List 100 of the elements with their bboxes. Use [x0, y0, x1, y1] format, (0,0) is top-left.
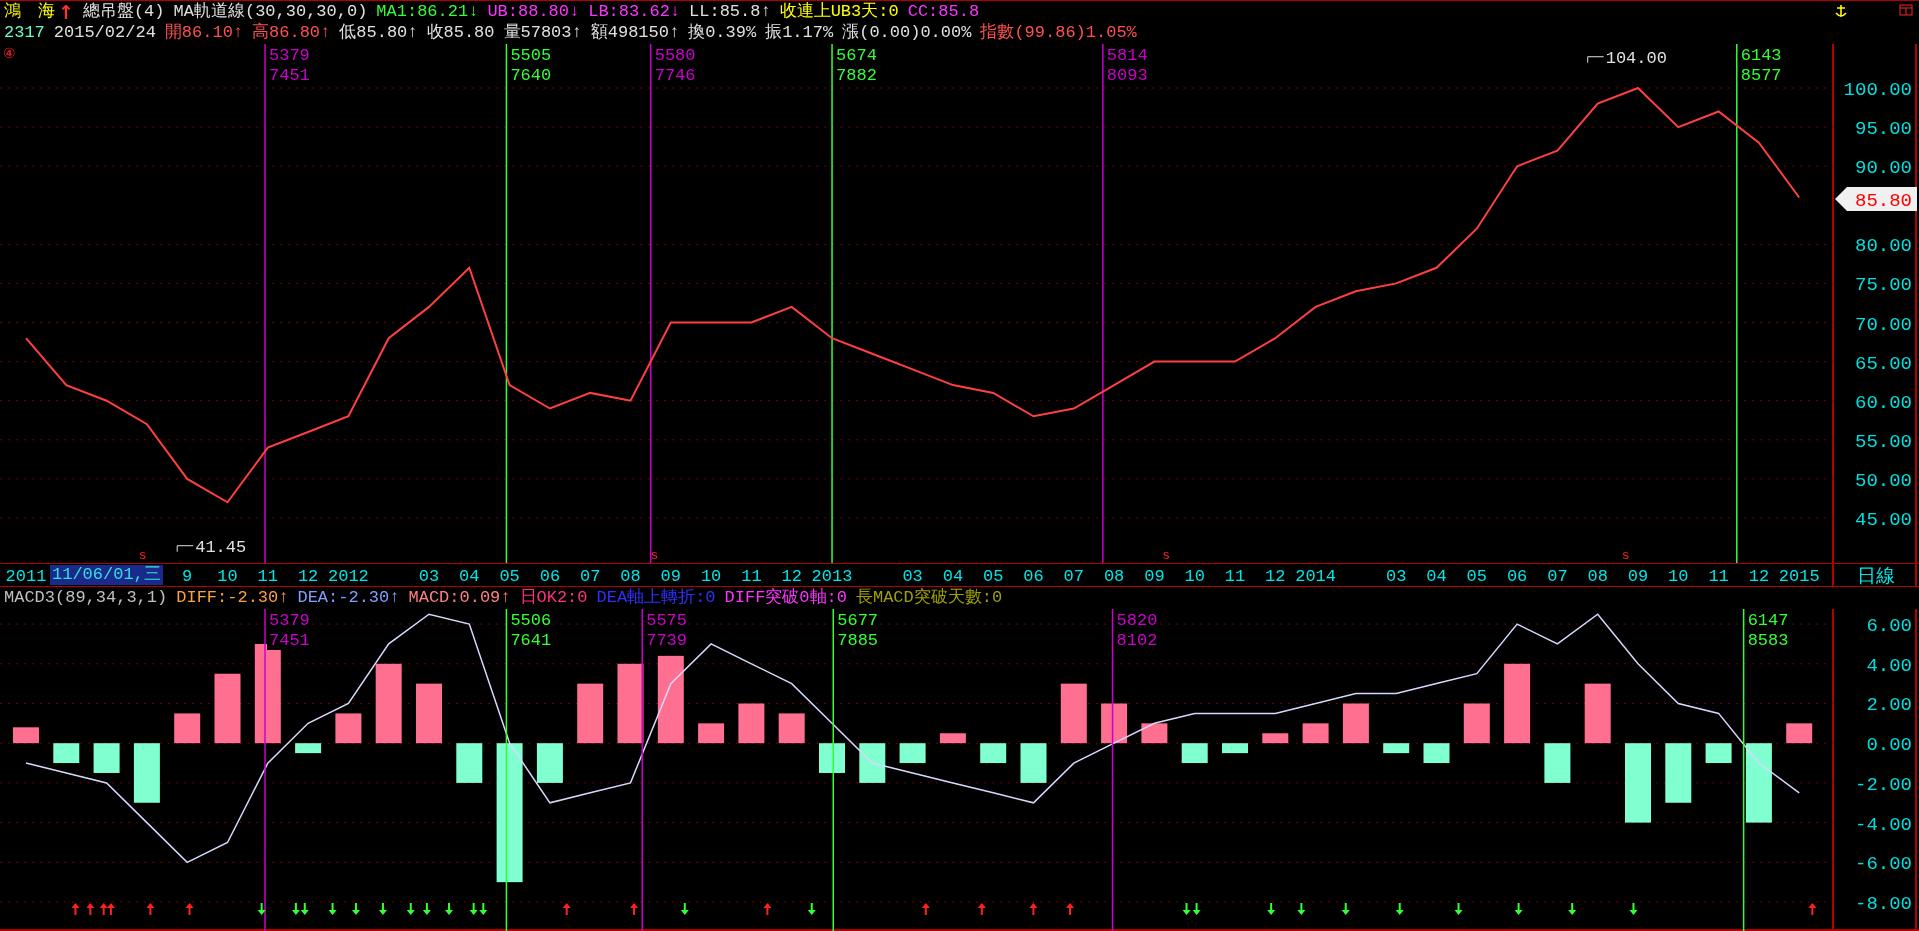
histogram-bar: [536, 743, 563, 783]
marker-label: 5506: [510, 611, 552, 630]
date-axis-label: 2013: [811, 567, 853, 586]
axis-label: -6.00: [1855, 853, 1912, 876]
price-label: 104.00: [1605, 48, 1667, 68]
price-label: 41.45: [195, 537, 247, 557]
indicator-text: 額498150↑: [590, 22, 680, 44]
indicator-text: 2317: [4, 22, 45, 44]
dividend-mark: s: [1621, 548, 1630, 563]
axis-label: -2.00: [1855, 773, 1912, 796]
histogram-bar: [416, 683, 442, 744]
anchor-icon[interactable]: [1835, 4, 1847, 18]
period-label: 日線: [1857, 566, 1895, 587]
indicator-text: LB:83.62↓: [588, 0, 681, 23]
down-arrow-icon: [1568, 903, 1577, 915]
date-axis-label: 06: [1506, 567, 1528, 586]
axis-label: -4.00: [1855, 813, 1912, 836]
down-arrow-icon: [1629, 903, 1638, 915]
histogram-bar: [1584, 683, 1611, 744]
date-axis-label: 04: [459, 567, 480, 586]
axis-label: 50.00: [1855, 469, 1912, 492]
histogram-bar: [214, 673, 241, 744]
histogram-bar: [1423, 743, 1450, 764]
date-axis-label: 05: [983, 567, 1004, 586]
down-arrow-icon: [378, 903, 387, 915]
down-arrow-icon: [479, 903, 488, 915]
histogram-bar: [698, 723, 725, 744]
indicator-text: 開86.10↑: [164, 22, 244, 44]
marker-label: 8583: [1747, 631, 1789, 650]
up-arrow-icon: [185, 903, 194, 915]
histogram-bar: [93, 743, 120, 773]
marker-label: 7885: [837, 631, 879, 650]
indicator-text: 指數(99.86)1.05%: [980, 22, 1137, 44]
histogram-bar: [939, 733, 966, 744]
histogram-bar: [980, 743, 1007, 764]
up-arrow-icon: [146, 903, 155, 915]
date-axis-label: 11: [257, 567, 278, 586]
up-arrow-icon: [921, 903, 930, 915]
date-axis-label: 12: [1265, 567, 1286, 586]
down-arrow-icon: [422, 903, 431, 915]
date-axis-label: 05: [1466, 567, 1487, 586]
marker-label: 5379: [269, 46, 310, 65]
date-axis-label: 07: [1063, 567, 1084, 586]
date-axis-label: 2011: [5, 567, 47, 586]
indicator-text: 換0.39%: [688, 22, 757, 44]
histogram-bar: [1222, 743, 1248, 754]
marker-label: 5674: [836, 46, 877, 65]
date-axis-label: 10: [217, 567, 238, 586]
down-arrow-icon: [406, 903, 415, 915]
axis-label: 80.00: [1855, 235, 1912, 258]
indicator-text: CC:85.8: [907, 0, 980, 23]
histogram-bar: [738, 703, 765, 744]
histogram-bar: [1101, 703, 1128, 744]
up-arrow-icon: [106, 903, 115, 915]
date-axis-label: 04: [1426, 567, 1447, 586]
date-axis-label: 09: [1144, 567, 1165, 586]
indicator-text: 收85.80: [426, 22, 495, 44]
axis-label: 100.00: [1843, 79, 1912, 101]
axis-label: 2.00: [1866, 694, 1912, 717]
indicator-text: DEA軸上轉折:0: [596, 587, 716, 609]
indicator-text: DIFF突破0軸:0: [724, 587, 847, 609]
up-arrow-icon: [99, 903, 108, 915]
axis-label: 75.00: [1855, 274, 1912, 297]
histogram-bar: [174, 713, 201, 744]
marker-label: 8577: [1740, 66, 1782, 85]
down-arrow-icon: [300, 903, 309, 915]
date-axis-label: 10: [1184, 567, 1205, 586]
marker-label: 6147: [1747, 611, 1789, 630]
date-axis-label: 03: [418, 567, 440, 586]
down-arrow-icon: [1267, 903, 1276, 915]
up-arrow-icon: [763, 903, 772, 915]
down-arrow-icon: [1182, 903, 1191, 915]
indicator-text: 總吊盤(4): [82, 0, 165, 23]
dividend-mark: s: [1162, 548, 1171, 563]
axis-label: 95.00: [1855, 118, 1912, 141]
down-arrow-icon: [680, 903, 689, 915]
indicator-text: DIFF:-2.30↑: [176, 587, 289, 609]
indicator-text: 日OK2:0: [519, 587, 588, 609]
leader-line: [176, 545, 194, 553]
axis-label: 55.00: [1855, 430, 1912, 453]
down-arrow-icon: [1341, 903, 1350, 915]
marker-label: 6143: [1740, 46, 1782, 65]
up-arrow-icon: [1066, 903, 1075, 915]
indicator-text: 鴻 海: [4, 0, 55, 23]
indicator-text: MA1:86.21↓: [376, 0, 479, 23]
histogram-bar: [1544, 743, 1571, 783]
down-arrow-icon: [445, 903, 454, 915]
date-axis-label: 10: [700, 567, 722, 586]
indicator-text: 漲(0.00)0.00%: [842, 22, 972, 44]
down-arrow-icon: [1514, 903, 1523, 915]
date-axis-label: 2015: [1778, 567, 1820, 586]
marker-label: 7746: [654, 66, 696, 85]
indicator-text: MACD:0.09↑: [408, 587, 511, 609]
marker-label: 7451: [269, 631, 310, 650]
indicator-text: 2015/02/24: [53, 22, 156, 44]
marker-label: 5677: [837, 611, 879, 630]
histogram-bar: [1141, 723, 1168, 744]
date-axis-label: 2012: [328, 567, 369, 586]
window-icon[interactable]: [1899, 4, 1913, 16]
date-axis-label: 03: [902, 567, 923, 586]
